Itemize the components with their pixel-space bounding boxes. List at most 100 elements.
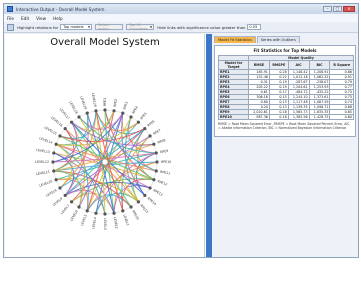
node-label: RPE3 xyxy=(122,101,129,110)
graph-node[interactable] xyxy=(121,111,125,115)
graph-node[interactable] xyxy=(63,126,67,131)
node-label: LEVEL10 xyxy=(39,179,53,187)
node-label: LEVEL18 xyxy=(68,101,78,115)
column-header: R Square xyxy=(329,60,354,70)
graph-node[interactable] xyxy=(69,200,74,204)
node-label: LEVEL1 xyxy=(122,214,130,226)
node-label: RPE1 xyxy=(103,98,107,106)
graph-node[interactable] xyxy=(155,160,159,164)
graph-node[interactable] xyxy=(136,200,141,204)
graph-node[interactable] xyxy=(112,109,116,113)
table-cell: 0.60 xyxy=(329,114,354,120)
graph-node[interactable] xyxy=(58,134,62,138)
column-header: AIC xyxy=(287,60,310,70)
graph-node[interactable] xyxy=(148,134,152,138)
table-cell: 1,428.75 xyxy=(308,114,331,120)
menu-file[interactable]: File xyxy=(7,16,14,21)
graph-node[interactable] xyxy=(52,151,56,155)
node-label: RPE5 xyxy=(139,112,147,121)
outcome-select[interactable]: Top 10 Outcomes ▼ xyxy=(126,23,155,31)
maximize-button[interactable]: □ xyxy=(333,6,342,12)
node-label: RPE9 xyxy=(160,149,169,154)
node-label: RPE2 xyxy=(113,98,118,107)
node-label: RPE4 xyxy=(131,105,139,114)
table-cell: 1,385.56 xyxy=(287,114,310,120)
menu-help[interactable]: Help xyxy=(53,16,63,21)
node-label: LEVEL6 xyxy=(69,209,78,221)
close-button[interactable]: ✕ xyxy=(343,6,355,12)
view-icon[interactable] xyxy=(7,23,14,31)
graph-node[interactable] xyxy=(136,120,141,124)
graph-node[interactable] xyxy=(54,178,58,182)
graph-node[interactable] xyxy=(94,109,98,113)
node-label: RPE12 xyxy=(157,179,168,186)
stats-pane: Model Fit Statistics Series with Outlier… xyxy=(212,34,358,257)
toolbar: Highlight relations for Top models ▼ Sel… xyxy=(4,22,358,33)
chevron-down-icon: ▼ xyxy=(149,25,153,29)
graph-node[interactable] xyxy=(51,160,55,164)
column-header: RMSPE xyxy=(268,60,289,70)
selected-select[interactable]: Select option xyxy=(95,23,124,31)
node-label: LEVEL9 xyxy=(45,188,57,197)
node-label: RPE7 xyxy=(152,128,161,136)
corner-header: Model for Target xyxy=(218,60,249,70)
graph-node[interactable] xyxy=(85,209,89,213)
graph-node[interactable] xyxy=(148,186,152,190)
graph-node[interactable] xyxy=(77,115,81,119)
graph-node[interactable] xyxy=(152,178,156,182)
tab-model-fit[interactable]: Model Fit Statistics xyxy=(214,36,256,43)
table-row: RPE10 987.36 0.18 1,385.56 1,428.75 0.60 xyxy=(218,114,354,120)
menu-view[interactable]: View xyxy=(36,16,46,21)
node-label: LEVEL20 xyxy=(91,93,97,107)
table-cell: 0.18 xyxy=(268,114,289,120)
graph-node[interactable] xyxy=(52,169,56,173)
node-label: LEVEL14 xyxy=(39,136,53,144)
graph-node[interactable] xyxy=(154,151,158,155)
chart-title: Overall Model System xyxy=(50,37,160,48)
node-label: RPE16 xyxy=(131,209,140,220)
graph-node[interactable] xyxy=(143,193,147,198)
node-label: LEVEL16 xyxy=(50,116,63,128)
node-label: LEVEL12 xyxy=(35,160,49,164)
app-icon xyxy=(7,6,13,12)
title-bar: Interactive Output - Overall Model Syste… xyxy=(4,4,358,14)
graph-node[interactable] xyxy=(129,115,133,119)
graph-node[interactable] xyxy=(85,111,89,115)
graph-node[interactable] xyxy=(94,211,98,215)
content-area: Overall Model System RPE1 RPE2 RPE3 RPE4 RPE… xyxy=(5,34,358,257)
graph-node[interactable] xyxy=(121,209,125,213)
node-label: LEVEL13 xyxy=(36,148,50,154)
graph-node[interactable] xyxy=(63,193,67,198)
stats-tabs: Model Fit Statistics Series with Outlier… xyxy=(212,34,358,43)
graph-node[interactable] xyxy=(103,108,107,112)
graph-node[interactable] xyxy=(154,169,158,173)
chevron-down-icon: ▼ xyxy=(87,25,91,29)
menu-edit[interactable]: Edit xyxy=(21,16,29,21)
tab-outliers[interactable]: Series with Outliers xyxy=(256,36,300,43)
graph-node[interactable] xyxy=(103,212,107,216)
graph-node[interactable] xyxy=(152,142,156,146)
significance-input[interactable]: 0.05 xyxy=(247,24,262,30)
node-label: RPE11 xyxy=(160,170,171,176)
node-label: LEVEL3 xyxy=(103,218,107,230)
node-label: LEVEL8 xyxy=(52,196,64,207)
column-header: RMSE xyxy=(248,60,270,70)
fit-stats-panel: Fit Statistics for Top Models Model Qual… xyxy=(214,45,356,137)
graph-node[interactable] xyxy=(69,120,74,124)
fit-stats-table: Model Quality Model for Target RMSE RMSPE… xyxy=(218,55,354,120)
selected-select-value: Select option xyxy=(98,23,110,31)
table-footnote: RMSE = Root Mean Squared Error, RMSPE = … xyxy=(218,122,350,130)
graph-node[interactable] xyxy=(129,205,133,209)
graph-node[interactable] xyxy=(112,211,116,215)
menu-bar: File Edit View Help xyxy=(4,14,358,22)
node-label: LEVEL2 xyxy=(113,217,119,229)
node-label: LEVEL4 xyxy=(91,217,97,229)
graph-node[interactable] xyxy=(143,126,147,131)
table-title: Fit Statistics for Top Models xyxy=(253,48,317,53)
node-label: RPE15 xyxy=(139,204,149,214)
graph-node[interactable] xyxy=(58,186,62,190)
graph-node[interactable] xyxy=(54,142,58,146)
graph-node[interactable] xyxy=(77,205,81,209)
highlight-select[interactable]: Top models ▼ xyxy=(60,24,93,30)
minimize-button[interactable]: – xyxy=(323,6,332,12)
